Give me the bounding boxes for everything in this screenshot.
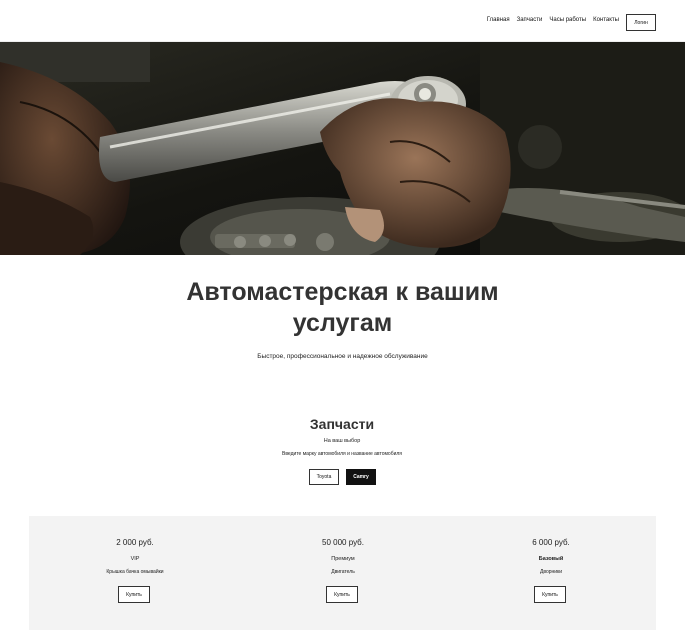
card-description: Двигатель	[331, 569, 355, 575]
nav-link-home[interactable]: Главная	[487, 17, 510, 23]
card-price: 50 000 руб.	[322, 538, 364, 547]
pricing-card-basic: 6 000 руб. Базовый Дворники Купить	[461, 516, 641, 630]
nav-link-contacts[interactable]: Контакты	[593, 17, 619, 23]
card-tier: Базовый	[538, 556, 564, 562]
mechanic-wrench-photo	[0, 42, 685, 255]
card-tier: VIP	[130, 556, 140, 562]
site-header: Главная Запчасти Часы работы Контакты Ло…	[0, 0, 685, 42]
parts-section-subtitle: На ваш выбор	[323, 438, 361, 444]
model-button-camry[interactable]: Camry	[346, 469, 376, 485]
pricing-card-vip: 2 000 руб. VIP Крышка бачка омывайки Куп…	[45, 516, 225, 630]
page-subtitle: Быстрое, профессиональное и надежное обс…	[257, 353, 428, 360]
pricing-card-premium: 50 000 руб. Премиум Двигатель Купить	[253, 516, 433, 630]
page-title: Автомастерская к вашим услугам	[186, 278, 499, 337]
card-price: 6 000 руб.	[532, 538, 570, 547]
hero-image	[0, 42, 685, 255]
card-price: 2 000 руб.	[116, 538, 154, 547]
buy-button-basic[interactable]: Купить	[534, 586, 566, 603]
buy-button-premium[interactable]: Купить	[326, 586, 358, 603]
login-button[interactable]: Логин	[626, 14, 656, 31]
pricing-section: 2 000 руб. VIP Крышка бачка омывайки Куп…	[29, 516, 656, 630]
card-tier: Премиум	[331, 556, 355, 562]
nav-link-parts[interactable]: Запчасти	[517, 17, 543, 23]
nav-link-hours[interactable]: Часы работы	[549, 17, 586, 23]
buy-button-vip[interactable]: Купить	[118, 586, 150, 603]
parts-section-hint: Введите марку автомобиля и название авто…	[282, 451, 402, 457]
card-description: Дворники	[539, 569, 563, 575]
parts-section-title: Запчасти	[309, 416, 375, 432]
card-description: Крышка бачка омывайки	[106, 569, 164, 575]
brand-button-toyota[interactable]: Toyota	[309, 469, 339, 485]
main-nav: Главная Запчасти Часы работы Контакты	[487, 17, 619, 23]
